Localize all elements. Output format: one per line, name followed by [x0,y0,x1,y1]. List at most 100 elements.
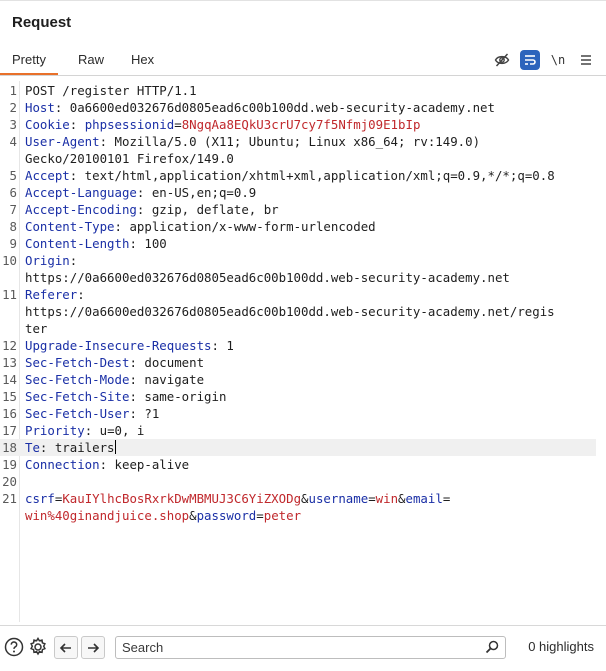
text-caret [114,440,116,454]
code-line: 13 Sec-Fetch-Dest: document [0,354,596,371]
header-value: : keep-alive [99,457,190,472]
header-name: Accept [25,168,70,183]
header-value: : 1 [211,338,234,353]
header-name: Content-Length [25,236,130,251]
line-content: csrf=KauIYlhcBosRxrkDwMBMUJ3C6YiZXODg&us… [25,491,451,506]
menu-icon[interactable] [576,50,596,70]
line-text: https://0a6600ed032676d0805ead6c00b100dd… [25,270,510,285]
header-name: User-Agent [25,134,100,149]
line-content: Sec-Fetch-User: ?1 [25,405,159,422]
line-number: 17 [2,423,17,438]
help-icon[interactable] [3,636,25,658]
line-content: Referer: [25,286,85,303]
search-input[interactable] [122,639,472,656]
header-name: Priority [25,423,85,438]
param-value: win [375,491,399,506]
panel-title: Request [12,14,72,31]
search-icon[interactable] [485,640,499,659]
header-value: : text/html,application/xhtml+xml,applic… [69,168,555,183]
code-line: 17 Priority: u=0, i [0,422,596,439]
tab-raw[interactable]: Raw [66,44,116,75]
hide-nonprintable-icon[interactable] [492,50,512,70]
arrow-right-icon [88,642,100,653]
header-value: : en-US,en;q=0.9 [136,185,257,200]
header-value: : gzip, deflate, br [136,202,279,217]
header-value: : Mozilla/5.0 (X11; Ubuntu; Linux x86_64… [99,134,481,149]
param-name: csrf [25,491,55,506]
code-line: 7 Accept-Encoding: gzip, deflate, br [0,201,596,218]
header-name: Accept-Language [25,185,137,200]
newline-toggle-icon[interactable]: \n [548,50,568,70]
param-value: KauIYlhcBosRxrkDwMBMUJ3C6YiZXODg [62,491,302,506]
code-line: https://0a6600ed032676d0805ead6c00b100dd… [0,303,596,320]
line-number: 7 [9,202,17,217]
code-line: 19 Connection: keep-alive [0,456,596,473]
request-editor[interactable]: 1 POST /register HTTP/1.1 2 Host: 0a6600ed0… [0,81,606,622]
tab-pretty[interactable]: Pretty [0,44,58,75]
line-text: Gecko/20100101 Firefox/149.0 [25,151,234,166]
next-button[interactable] [81,636,105,659]
header-name: Referer [25,287,78,302]
word-wrap-toggle-icon[interactable] [520,50,540,70]
code-line: 4 User-Agent: Mozilla/5.0 (X11; Ubuntu; L… [0,133,596,150]
param-value: peter [263,508,302,523]
line-number: 10 [2,253,17,268]
line-content: Sec-Fetch-Dest: document [25,354,204,371]
line-content: Host: 0a6600ed032676d0805ead6c00b100dd.w… [25,99,495,116]
arrow-left-icon [59,642,71,653]
line-number: 12 [2,338,17,353]
code-line: Gecko/20100101 Firefox/149.0 [0,150,596,167]
header-value: : [77,287,85,302]
code-line: 21 csrf=KauIYlhcBosRxrkDwMBMUJ3C6YiZXODg&… [0,490,596,507]
code-line: 10 Origin: [0,252,596,269]
header-name: Te [25,440,40,455]
line-number: 13 [2,355,17,370]
line-number: 1 [9,83,17,98]
tab-hex[interactable]: Hex [119,44,166,75]
header-name: Host [25,100,55,115]
line-number: 19 [2,457,17,472]
line-number: 20 [2,474,17,489]
code-line: 18 Te: trailers [0,439,596,456]
line-text: https://0a6600ed032676d0805ead6c00b100dd… [25,304,555,319]
previous-button[interactable] [54,636,78,659]
line-content: Accept: text/html,application/xhtml+xml,… [25,167,555,184]
line-content: Sec-Fetch-Mode: navigate [25,371,204,388]
line-number: 3 [9,117,17,132]
line-content: https://0a6600ed032676d0805ead6c00b100dd… [25,303,555,320]
header-value: : 0a6600ed032676d0805ead6c00b100dd.web-s… [54,100,495,115]
settings-gear-icon[interactable] [27,636,49,658]
top-divider [0,0,606,1]
header-name: Connection [25,457,100,472]
param-value: win%40ginandjuice.shop [25,508,190,523]
line-number: 14 [2,372,17,387]
header-value: : ?1 [129,406,160,421]
header-name: Accept-Encoding [25,202,137,217]
code-line: 5 Accept: text/html,application/xhtml+xml… [0,167,596,184]
code-line: 6 Accept-Language: en-US,en;q=0.9 [0,184,596,201]
param-name: username [308,491,369,506]
header-name: Sec-Fetch-Site [25,389,130,404]
code-line: 20 [0,473,596,490]
header-name: Sec-Fetch-User [25,406,130,421]
code-line: win%40ginandjuice.shop&password=peter [0,507,596,524]
line-content: Accept-Encoding: gzip, deflate, br [25,201,279,218]
param-name: password [196,508,257,523]
newline-label: \n [550,53,566,67]
code-line: 12 Upgrade-Insecure-Requests: 1 [0,337,596,354]
code-line: 2 Host: 0a6600ed032676d0805ead6c00b100dd.… [0,99,596,116]
header-value: : [69,253,78,268]
line-number: 11 [2,287,17,302]
code-line: 9 Content-Length: 100 [0,235,596,252]
line-content: Priority: u=0, i [25,422,144,439]
header-name: Content-Type [25,219,115,234]
highlights-count: 0 highlights [528,639,594,654]
code-line: 16 Sec-Fetch-User: ?1 [0,405,596,422]
code-line: ter [0,320,596,337]
header-value: : same-origin [129,389,227,404]
header-name: Sec-Fetch-Mode [25,372,130,387]
line-text: ter [25,321,48,336]
header-name: Cookie [25,117,70,132]
header-name: Sec-Fetch-Dest [25,355,130,370]
line-content: Origin: [25,252,77,269]
